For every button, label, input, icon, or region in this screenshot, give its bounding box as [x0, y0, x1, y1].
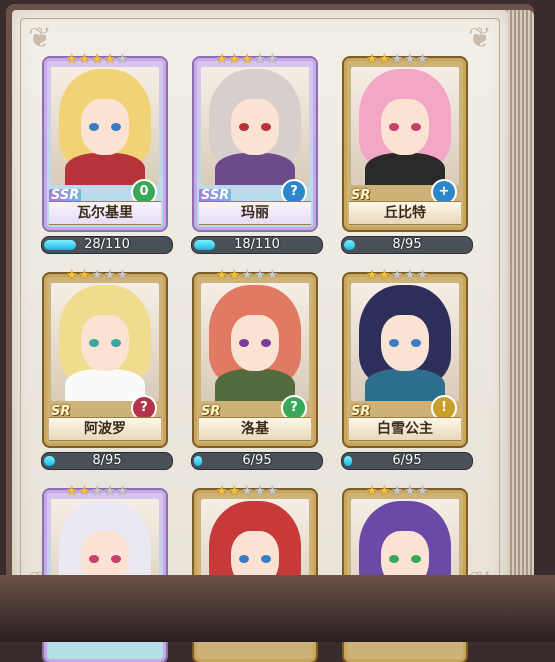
character-portrait — [51, 283, 159, 401]
star-icon: ★ — [378, 484, 391, 499]
star-rating: ★ ★ ★ ★ ★ — [366, 485, 428, 499]
character-name: 白雪公主 — [349, 417, 461, 441]
star-icon: ★ — [91, 484, 103, 499]
character-name: 玛丽 — [199, 201, 311, 225]
star-icon: ★ — [228, 484, 241, 499]
star-icon: ★ — [216, 268, 228, 283]
shard-progress-bar: 8/95 — [341, 236, 473, 254]
card-frame: SSR 0 瓦尔基里 — [44, 58, 166, 230]
star-icon: ★ — [66, 268, 78, 283]
star-icon: ★ — [378, 52, 391, 67]
character-card[interactable]: SR? 洛基 ★ ★ ★ ★ ★ — [194, 269, 316, 446]
character-card[interactable]: SSR? 玛丽 ★ ★ ★ ★ ★ — [194, 53, 316, 230]
star-icon: ★ — [416, 52, 429, 67]
corner-ornament-icon: ❦ — [468, 21, 492, 54]
star-rating: ★ ★ ★ ★ ★ — [366, 269, 428, 283]
star-icon: ★ — [103, 52, 116, 67]
character-name: 丘比特 — [349, 201, 461, 225]
shard-progress-bar: 8/95 — [41, 452, 173, 470]
star-icon: ★ — [253, 52, 266, 67]
character-card[interactable]: SSR 0 瓦尔基里 ★ ★ ★ ★ ★ — [44, 53, 166, 230]
shard-progress-bar: 28/110 — [41, 236, 173, 254]
star-rating: ★ ★ ★ ★ ★ — [216, 269, 278, 283]
star-rating: ★ ★ ★ ★ ★ — [66, 269, 128, 283]
star-icon: ★ — [103, 484, 116, 499]
star-icon: ★ — [216, 484, 228, 499]
character-name: 洛基 — [199, 417, 311, 441]
card-frame: SR? 洛基 — [194, 274, 316, 446]
star-icon: ★ — [403, 268, 416, 283]
star-icon: ★ — [391, 268, 403, 283]
character-name: 瓦尔基里 — [49, 201, 161, 225]
character-card[interactable]: SR + 丘比特 ★ ★ ★ ★ ★ — [344, 53, 466, 230]
star-icon: ★ — [116, 268, 129, 283]
star-icon: ★ — [91, 268, 103, 283]
star-icon: ★ — [103, 268, 116, 283]
star-icon: ★ — [266, 268, 279, 283]
star-icon: ★ — [241, 268, 253, 283]
book-bottom — [0, 575, 555, 642]
star-rating: ★ ★ ★ ★ ★ — [216, 485, 278, 499]
character-card[interactable]: SR? 阿波罗 ★ ★ ★ ★ ★ — [44, 269, 166, 446]
star-icon: ★ — [253, 484, 266, 499]
star-icon: ★ — [416, 484, 429, 499]
star-icon: ★ — [78, 268, 91, 283]
star-icon: ★ — [66, 484, 78, 499]
star-icon: ★ — [403, 484, 416, 499]
character-card[interactable]: SR! 白雪公主 ★ ★ ★ ★ ★ — [344, 269, 466, 446]
star-icon: ★ — [116, 52, 129, 67]
star-icon: ★ — [253, 268, 266, 283]
card-frame: SR? 阿波罗 — [44, 274, 166, 446]
star-icon: ★ — [416, 268, 429, 283]
star-icon: ★ — [378, 268, 391, 283]
shard-progress-bar: 18/110 — [191, 236, 323, 254]
star-rating: ★ ★ ★ ★ ★ — [366, 53, 428, 67]
star-icon: ★ — [366, 484, 378, 499]
shard-progress-bar: 6/95 — [341, 452, 473, 470]
star-icon: ★ — [366, 268, 378, 283]
star-icon: ★ — [91, 52, 103, 67]
star-icon: ★ — [391, 52, 403, 67]
star-rating: ★ ★ ★ ★ ★ — [216, 53, 278, 67]
progress-label: 8/95 — [392, 237, 422, 252]
character-name: 阿波罗 — [49, 417, 161, 441]
card-frame: SR! 白雪公主 — [344, 274, 466, 446]
star-icon: ★ — [403, 52, 416, 67]
character-portrait — [51, 67, 159, 185]
star-icon: ★ — [78, 484, 91, 499]
character-portrait — [201, 67, 309, 185]
star-icon: ★ — [228, 268, 241, 283]
character-portrait — [351, 283, 459, 401]
card-frame: SR + 丘比特 — [344, 58, 466, 230]
star-icon: ★ — [241, 52, 253, 67]
star-icon: ★ — [228, 52, 241, 67]
star-icon: ★ — [266, 484, 279, 499]
star-rating: ★ ★ ★ ★ ★ — [66, 485, 128, 499]
star-icon: ★ — [216, 52, 228, 67]
character-portrait — [351, 67, 459, 185]
star-rating: ★ ★ ★ ★ ★ — [66, 53, 128, 67]
star-icon: ★ — [266, 52, 279, 67]
star-icon: ★ — [391, 484, 403, 499]
character-portrait — [201, 283, 309, 401]
progress-label: 8/95 — [92, 453, 122, 468]
shard-progress-bar: 6/95 — [191, 452, 323, 470]
star-icon: ★ — [66, 52, 78, 67]
card-frame: SSR? 玛丽 — [194, 58, 316, 230]
progress-label: 18/110 — [234, 237, 280, 252]
star-icon: ★ — [78, 52, 91, 67]
star-icon: ★ — [241, 484, 253, 499]
star-icon: ★ — [366, 52, 378, 67]
progress-label: 6/95 — [242, 453, 272, 468]
corner-ornament-icon: ❦ — [28, 21, 52, 54]
star-icon: ★ — [116, 484, 129, 499]
progress-label: 28/110 — [84, 237, 130, 252]
progress-label: 6/95 — [392, 453, 422, 468]
